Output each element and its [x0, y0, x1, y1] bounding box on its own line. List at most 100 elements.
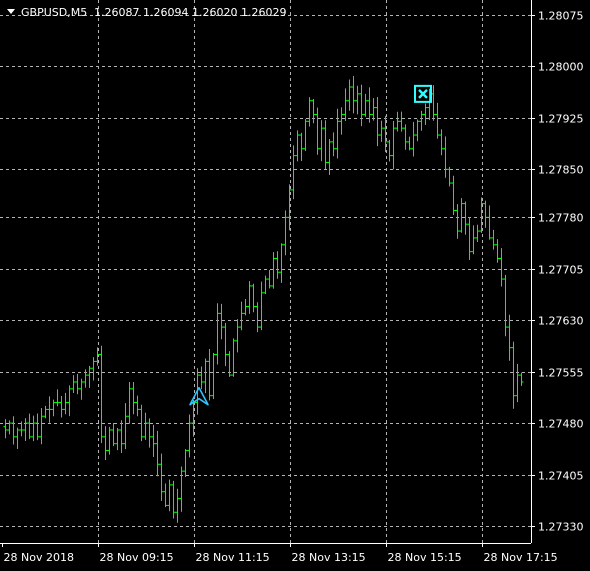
price-tick-label: 1.27630: [538, 315, 584, 328]
ohlc-bar: [147, 418, 152, 448]
ohlc-bar: [371, 98, 376, 121]
ohlc-bar: [127, 382, 132, 424]
ohlc-bar: [395, 111, 400, 132]
ohlc-bar: [67, 385, 72, 417]
ohlc-bar: [191, 400, 196, 437]
ohlc-bar: [263, 275, 268, 295]
grid: [0, 0, 531, 543]
ohlc-bar: [399, 111, 404, 132]
price-tick-label: 1.28075: [538, 10, 584, 23]
ohlc-bar: [231, 338, 236, 377]
ohlc-bar: [59, 395, 64, 418]
ohlc-bar: [507, 314, 512, 361]
ohlc-bar: [483, 200, 488, 228]
ohlc-bar: [207, 348, 212, 401]
ohlc-bar: [151, 424, 156, 458]
ohlc-bar: [307, 97, 312, 127]
ohlc-bar: [291, 145, 296, 200]
ohlc-bar: [15, 427, 20, 450]
ohlc-bar: [515, 363, 520, 403]
time-tick-label: 28 Nov 11:15: [196, 551, 270, 564]
ohlc-bar: [171, 480, 176, 519]
ohlc-bar: [111, 423, 116, 447]
ohlc-bar: [99, 345, 104, 444]
ohlc-bar: [271, 252, 276, 289]
ohlc-bar: [91, 357, 96, 381]
ohlc-bar: [107, 426, 112, 455]
ohlc-bar: [375, 96, 380, 147]
time-tick-label: 28 Nov 13:15: [292, 551, 366, 564]
price-chart[interactable]: 1.28075 1.28000 1.27925 1.27850 1.27780 1.277…: [0, 0, 590, 571]
ohlc-bar: [419, 110, 424, 131]
ohlc-bar: [363, 93, 368, 117]
price-tick-label: 1.27405: [538, 470, 584, 483]
ohlc-bar: [115, 428, 120, 451]
ohlc-bar: [331, 132, 336, 157]
ohlc-bar: [255, 302, 260, 333]
price-tick-label: 1.27780: [538, 212, 584, 225]
ohlc-bar: [479, 197, 484, 233]
ohlc-bar: [187, 414, 192, 458]
trade-markers: [189, 84, 432, 406]
ohlc-bar: [175, 488, 180, 523]
ohlc-bar: [339, 107, 344, 135]
time-tick-label: 28 Nov 2018: [4, 551, 74, 564]
ohlc-bar: [227, 351, 232, 377]
ohlc-bar: [23, 418, 28, 441]
ohlc-bar: [87, 365, 92, 388]
time-axis-labels: 28 Nov 2018 28 Nov 09:15 28 Nov 11:15 28 No…: [2, 543, 558, 564]
ohlc-bar: [267, 269, 272, 289]
ohlc-bar: [223, 322, 228, 367]
ohlc-bar: [319, 120, 324, 162]
chart-canvas[interactable]: 1.28075 1.28000 1.27925 1.27850 1.27780 1.277…: [0, 0, 590, 571]
ohlc-bar: [299, 132, 304, 162]
ohlc-bar: [235, 319, 240, 353]
ohlc-bar: [239, 301, 244, 331]
ohlc-bar: [131, 382, 136, 415]
ohlc-bar: [7, 420, 12, 435]
ohlc-bar: [471, 225, 476, 255]
ohlc-bar: [403, 124, 408, 150]
ohlc-bar: [455, 204, 460, 239]
price-tick-label: 1.27555: [538, 367, 584, 380]
ohlc-bar: [79, 378, 84, 400]
ohlc-bar: [303, 118, 308, 151]
ohlc-bar: [475, 224, 480, 243]
ohlc-bar: [199, 366, 204, 390]
symbol-label: GBPUSD,M5: [21, 6, 87, 19]
ohlc-bar: [411, 121, 416, 157]
ohlc-bar: [407, 136, 412, 151]
ohlc-bar: [499, 248, 504, 287]
price-tick-label: 1.27850: [538, 164, 584, 177]
ohlc-bar: [379, 120, 384, 142]
ohlc-bar: [215, 303, 220, 365]
ohlc-bar: [75, 373, 80, 395]
ohlc-bar: [355, 85, 360, 115]
ohlc-bar: [11, 416, 16, 445]
ohlc-bar: [295, 130, 300, 162]
ohlc-bar: [251, 283, 256, 313]
ohlc-bar: [443, 136, 448, 178]
ohlc-bar: [135, 395, 140, 417]
ohlc-bar: [31, 415, 36, 442]
ohlc-bar: [55, 389, 60, 407]
price-tick-label: 1.27925: [538, 113, 584, 126]
axes: [0, 0, 532, 544]
ohlc-bar: [511, 341, 516, 409]
chart-header: GBPUSD,M5 1.26087 1.26094 1.26020 1.2602…: [7, 6, 286, 19]
ohlc-bar: [51, 399, 56, 417]
ohlc-bar: [423, 103, 428, 125]
ohlc-bar: [167, 479, 172, 512]
ohlc-bar: [155, 430, 160, 477]
ohlc-bar: [103, 426, 108, 460]
ohlc-bar: [467, 217, 472, 260]
dropdown-triangle-icon[interactable]: [7, 9, 15, 14]
close-position-icon[interactable]: [414, 84, 432, 103]
ohlc-bar: [119, 420, 124, 454]
ohlc-bar: [123, 403, 128, 450]
ohlc-bar: [335, 108, 340, 159]
ohlc-bar: [35, 413, 40, 441]
ohlc-bar: [451, 175, 456, 215]
ohlc-bar: [27, 413, 32, 440]
ohlc-bar: [343, 88, 348, 121]
